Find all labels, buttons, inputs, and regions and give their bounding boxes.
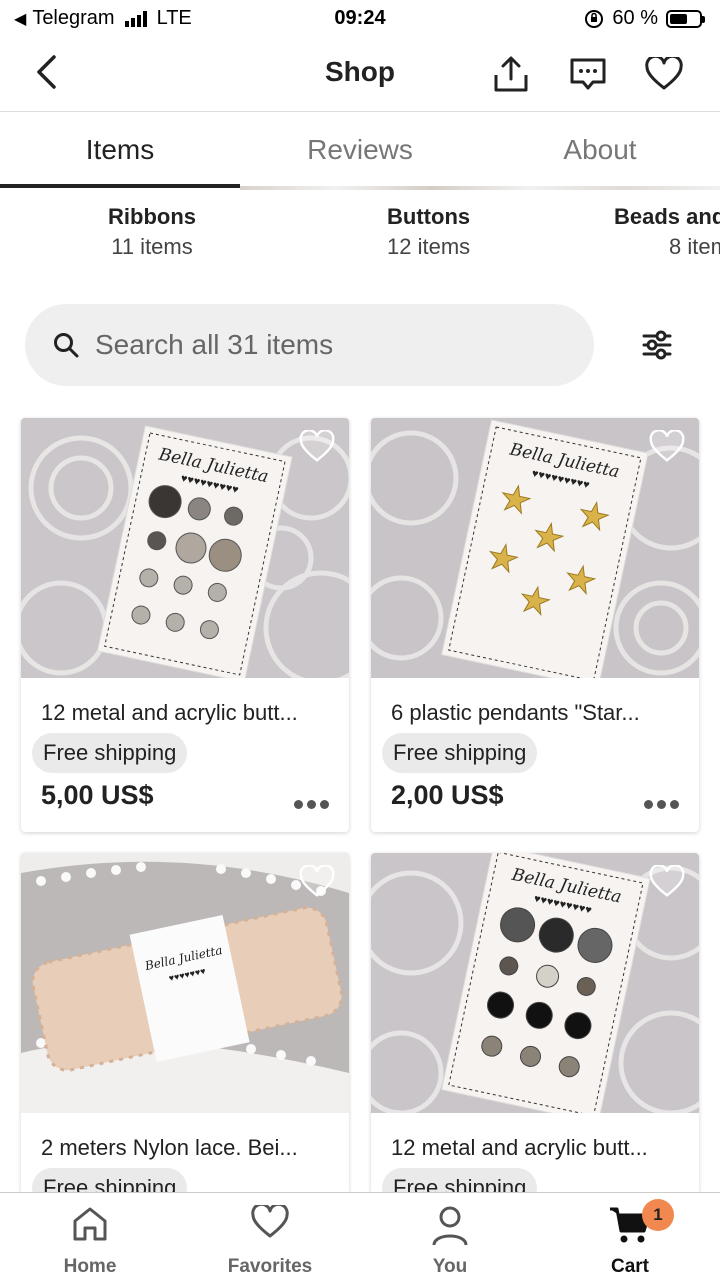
tab-reviews[interactable]: Reviews bbox=[240, 112, 480, 188]
listing-image[interactable]: Bella Julietta ♥♥♥♥♥♥♥♥♥ ★ ★ ★ ★ ★ ★ bbox=[371, 418, 699, 678]
shop-tabs: Items Reviews About bbox=[0, 112, 720, 188]
shop-header: Shop bbox=[0, 38, 720, 112]
favorite-shop-button[interactable] bbox=[642, 52, 686, 96]
tab-items[interactable]: Items bbox=[0, 112, 240, 188]
filter-button[interactable] bbox=[634, 322, 680, 368]
heart-icon[interactable] bbox=[299, 430, 335, 464]
search-placeholder: Search all 31 items bbox=[95, 329, 334, 360]
listing-image[interactable]: Bella Julietta ♥♥♥♥♥♥♥♥♥ bbox=[371, 853, 699, 1113]
listing-title[interactable]: 2 meters Nylon lace. Bei... bbox=[41, 1135, 298, 1161]
battery-percent: 60 % bbox=[612, 7, 658, 29]
nav-label: You bbox=[432, 1256, 468, 1277]
category-count: 11 items bbox=[111, 234, 193, 259]
share-button[interactable] bbox=[489, 52, 533, 96]
nav-label: Home bbox=[63, 1256, 117, 1277]
tab-about[interactable]: About bbox=[480, 112, 720, 188]
listing-card[interactable]: Bella Julietta ♥♥♥♥♥♥♥♥♥ 12 metal and ac… bbox=[371, 853, 699, 1192]
category-count: 12 items bbox=[387, 234, 471, 259]
category-beads[interactable]: Beads and 8 item bbox=[614, 204, 720, 260]
listing-image[interactable]: Bella Julietta ♥♥♥♥♥♥♥ bbox=[21, 853, 349, 1113]
free-shipping-badge: Free shipping bbox=[32, 1168, 188, 1192]
category-ribbons[interactable]: Ribbons 11 items bbox=[108, 204, 196, 260]
listing-title[interactable]: 6 plastic pendants "Star... bbox=[391, 700, 640, 726]
category-name: Buttons bbox=[387, 204, 471, 229]
free-shipping-badge: Free shipping bbox=[382, 733, 538, 773]
heart-icon bbox=[251, 1205, 289, 1238]
share-icon bbox=[494, 56, 528, 92]
nav-home[interactable]: Home bbox=[0, 1193, 180, 1280]
nav-favorites[interactable]: Favorites bbox=[180, 1193, 360, 1280]
heart-icon[interactable] bbox=[649, 430, 685, 464]
category-name: Beads and bbox=[614, 204, 720, 229]
category-count: 8 item bbox=[669, 234, 720, 259]
nav-you[interactable]: You bbox=[360, 1193, 540, 1280]
nav-cart[interactable]: Cart bbox=[540, 1193, 720, 1280]
listing-card[interactable]: Bella Julietta ♥♥♥♥♥♥♥♥♥ 12 metal and ac… bbox=[21, 418, 349, 832]
more-options-icon[interactable] bbox=[644, 800, 679, 809]
listing-title[interactable]: 12 metal and acrylic butt... bbox=[391, 1135, 648, 1161]
listing-card[interactable]: Bella Julietta ♥♥♥♥♥♥♥ 2 meters Nylon la… bbox=[21, 853, 349, 1192]
cart-count-badge: 1 bbox=[642, 1199, 674, 1231]
page-title: Shop bbox=[325, 56, 395, 87]
search-icon bbox=[54, 333, 79, 358]
free-shipping-badge: Free shipping bbox=[32, 733, 188, 773]
nav-label: Favorites bbox=[227, 1256, 313, 1277]
listing-card[interactable]: Bella Julietta ♥♥♥♥♥♥♥♥♥ ★ ★ ★ ★ ★ ★ 6 plas… bbox=[371, 418, 699, 832]
heart-icon[interactable] bbox=[649, 865, 685, 899]
status-bar: ◀ Telegram LTE 09:24 60 % bbox=[0, 0, 720, 38]
listing-image[interactable]: Bella Julietta ♥♥♥♥♥♥♥♥♥ bbox=[21, 418, 349, 678]
battery-icon bbox=[666, 9, 705, 28]
nav-label: Cart bbox=[610, 1256, 649, 1277]
category-thumbnails-strip bbox=[240, 186, 720, 190]
orientation-lock-icon bbox=[585, 9, 604, 28]
category-carousel[interactable]: Ribbons 11 items Buttons 12 items Beads … bbox=[0, 200, 720, 270]
message-icon bbox=[570, 58, 606, 90]
user-icon bbox=[432, 1206, 468, 1246]
heart-icon bbox=[645, 57, 683, 90]
heart-icon[interactable] bbox=[299, 865, 335, 899]
listing-price: 2,00 US$ bbox=[391, 780, 504, 810]
category-name: Ribbons bbox=[108, 204, 196, 229]
home-icon bbox=[73, 1207, 107, 1241]
category-buttons[interactable]: Buttons 12 items bbox=[387, 204, 470, 260]
listing-price: 5,00 US$ bbox=[41, 780, 154, 810]
free-shipping-badge: Free shipping bbox=[382, 1168, 538, 1192]
search-input[interactable]: Search all 31 items bbox=[25, 304, 594, 386]
bottom-navigation: Home Favorites You Cart bbox=[0, 1192, 720, 1280]
message-button[interactable] bbox=[566, 52, 610, 96]
more-options-icon[interactable] bbox=[294, 800, 329, 809]
listing-title[interactable]: 12 metal and acrylic butt... bbox=[41, 700, 298, 726]
filter-sliders-icon bbox=[642, 330, 672, 360]
